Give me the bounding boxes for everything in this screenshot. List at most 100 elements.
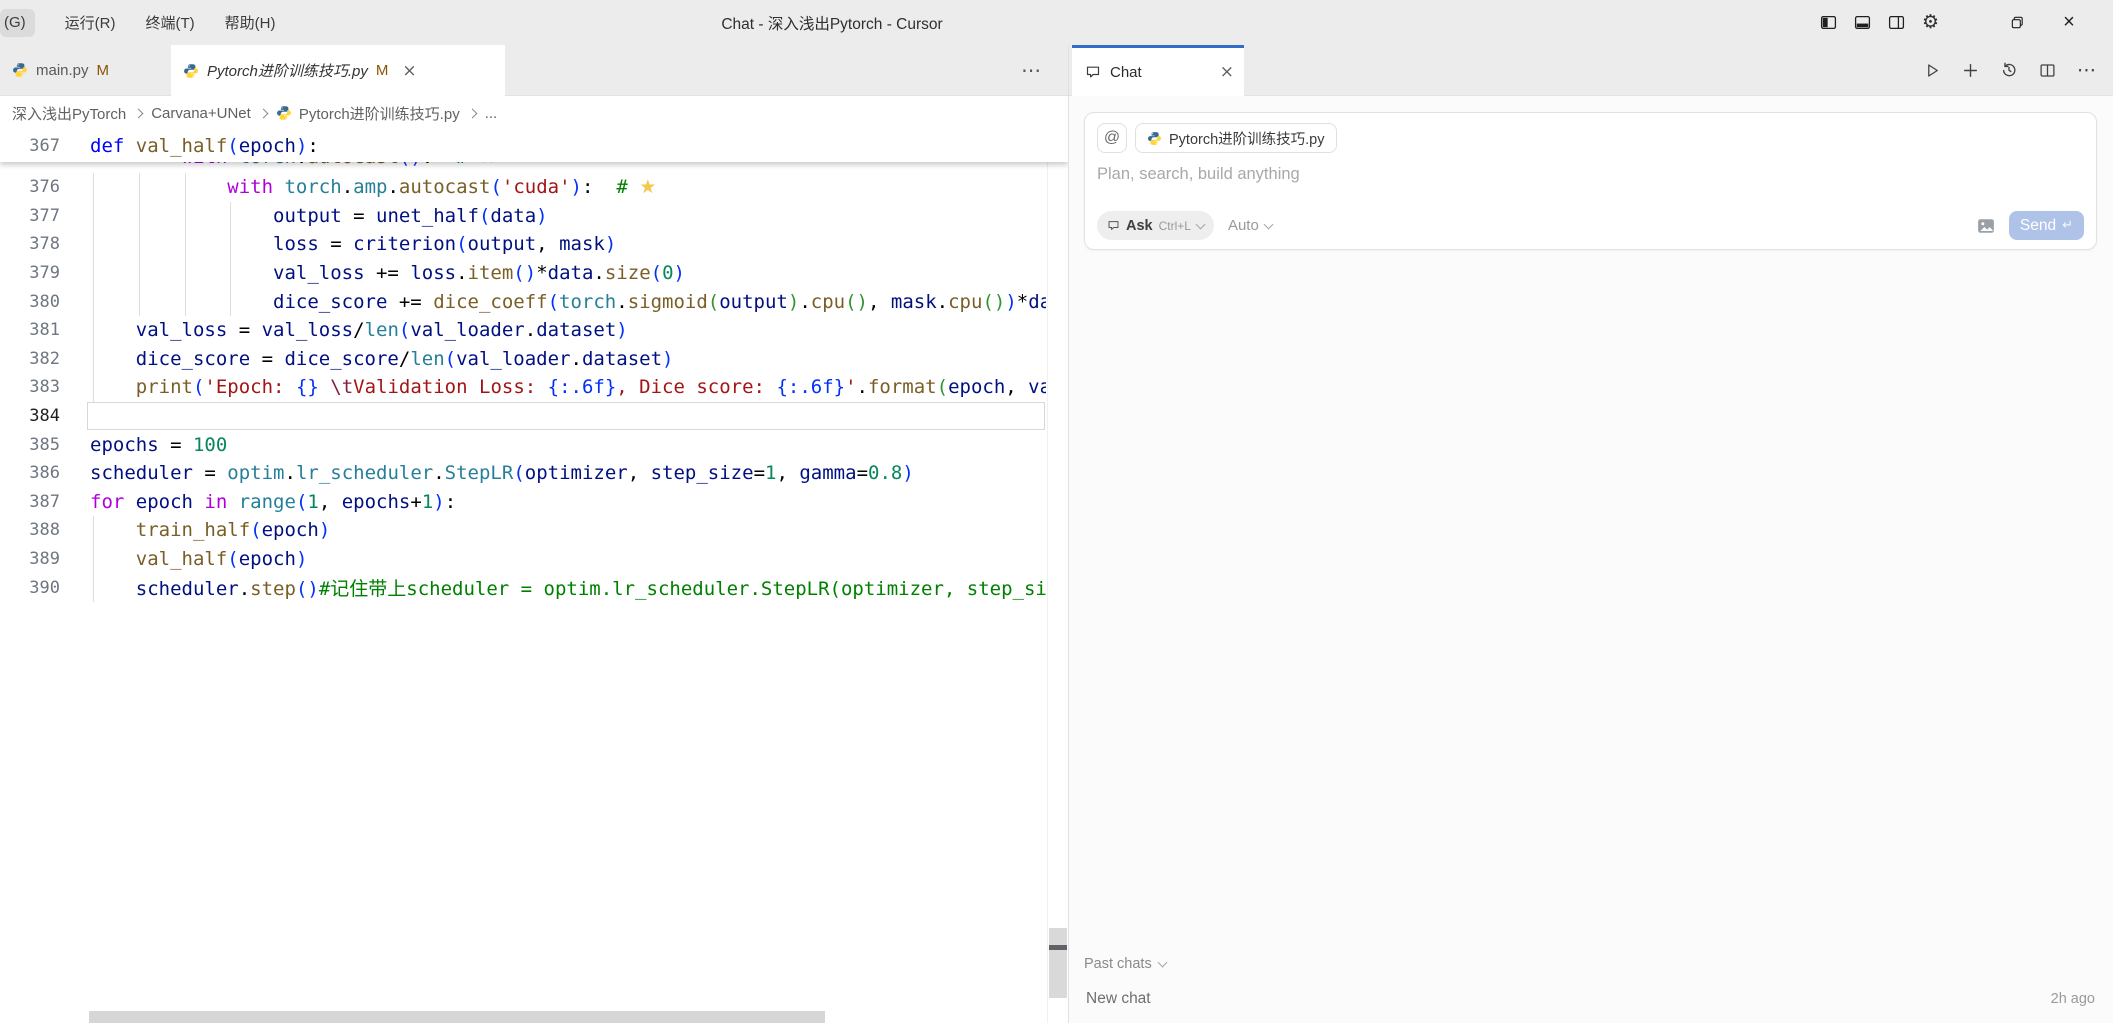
code-editor[interactable]: 367 def val_half(epoch): with torch.auto…	[0, 130, 1068, 1023]
code-text: scheduler = optim.lr_scheduler.StepLR(op…	[90, 462, 914, 485]
indent-guide	[184, 230, 186, 259]
code-line[interactable]: 376 with torch.amp.autocast('cuda'): # ★	[0, 173, 1046, 202]
chat-footer: Past chats New chat 2h ago	[1084, 956, 2097, 1010]
send-label: Send	[2019, 216, 2057, 234]
new-chat-plus-icon[interactable]	[1962, 62, 1979, 79]
chevron-down-icon	[1263, 219, 1274, 229]
more-actions-icon[interactable]: ⋯	[2077, 59, 2097, 82]
tab-label: Pytorch进阶训练技巧.py	[207, 63, 368, 80]
code-line[interactable]: 382 dice_score = dice_score/len(val_load…	[0, 344, 1046, 374]
line-number: 384	[29, 406, 60, 427]
indent-guide	[93, 344, 94, 374]
context-file-name: Pytorch进阶训练技巧.py	[1169, 131, 1325, 148]
modified-badge: M	[96, 61, 110, 79]
breadcrumb-file[interactable]: Pytorch进阶训练技巧.py	[299, 103, 460, 124]
attach-image-icon[interactable]	[1977, 218, 1995, 234]
chat-bubble-icon	[1085, 64, 1101, 80]
code-line[interactable]: 389 val_half(epoch)	[0, 544, 1046, 574]
code-line[interactable]: 390 scheduler.step()#记住带上scheduler = opt…	[0, 573, 1046, 602]
context-file-chip[interactable]: Pytorch进阶训练技巧.py	[1135, 123, 1337, 153]
breadcrumb-folder[interactable]: 深入浅出PyTorch	[12, 103, 126, 124]
past-chat-title: New chat	[1086, 990, 1151, 1007]
code-line[interactable]: 387 for epoch in range(1, epochs+1):	[0, 488, 1046, 517]
chat-input-placeholder[interactable]: Plan, search, build anything	[1097, 165, 2084, 184]
chevron-down-icon	[1195, 219, 1206, 229]
chat-tab-bar: Chat × ⋯	[1069, 45, 2113, 96]
indent-guide	[93, 315, 94, 345]
run-icon[interactable]	[1924, 62, 1941, 79]
vertical-scrollbar[interactable]	[1047, 130, 1068, 1023]
editor-region: main.py M Pytorch进阶训练技巧.py M × ⋯ 深入浅出PyT…	[0, 45, 1068, 1023]
indent-guide	[93, 544, 94, 574]
title-bar: (G) 运行(R) 终端(T) 帮助(H) Chat - 深入浅出Pytorch…	[0, 0, 2113, 45]
window-title: Chat - 深入浅出Pytorch - Cursor	[721, 15, 943, 33]
tab-label: main.py	[36, 61, 89, 79]
chat-panel: Chat × ⋯ @ Pytorch进阶训练技巧.py Plan, search…	[1068, 45, 2113, 1023]
line-number: 387	[29, 491, 60, 512]
overview-ruler-marker	[1049, 945, 1067, 950]
indent-guide	[138, 201, 140, 231]
chat-tab-close-icon[interactable]: ×	[1220, 62, 1234, 82]
chat-input-box[interactable]: @ Pytorch进阶训练技巧.py Plan, search, build a…	[1084, 112, 2097, 250]
code-line[interactable]: 380 dice_score += dice_coeff(torch.sigmo…	[0, 287, 1046, 316]
breadcrumb-symbol[interactable]: ...	[485, 105, 498, 122]
code-text: scheduler.step()#记住带上scheduler = optim.l…	[135, 578, 1046, 601]
past-chat-item[interactable]: New chat 2h ago	[1084, 988, 2097, 1010]
code-text: val_half(epoch)	[135, 548, 308, 571]
toggle-primary-sidebar-icon[interactable]	[1820, 14, 1837, 31]
editor-tab-bar: main.py M Pytorch进阶训练技巧.py M × ⋯	[0, 45, 1068, 96]
tab-main-py[interactable]: main.py M	[0, 45, 171, 95]
code-line[interactable]: 381 val_loss = val_loss/len(val_loader.d…	[0, 315, 1046, 345]
send-button[interactable]: Send ↵	[2008, 211, 2084, 240]
code-lines: 376 with torch.amp.autocast('cuda'): # ★…	[0, 173, 1068, 602]
indent-guide	[184, 201, 186, 231]
horizontal-scrollbar-thumb[interactable]	[89, 1011, 825, 1023]
mode-selector[interactable]: Ask Ctrl+L	[1097, 211, 1214, 240]
code-text: dice_score = dice_score/len(val_loader.d…	[135, 347, 674, 370]
tab-chat[interactable]: Chat ×	[1072, 45, 1244, 96]
indent-guide	[93, 230, 94, 259]
indent-guide	[93, 373, 94, 402]
tab-pytorch-file[interactable]: Pytorch进阶训练技巧.py M ×	[171, 45, 505, 96]
menu-goto[interactable]: (G)	[0, 8, 35, 37]
mode-shortcut: Ctrl+L	[1158, 218, 1191, 233]
code-line[interactable]: 384	[0, 401, 1046, 431]
line-number: 390	[29, 577, 60, 598]
line-number: 388	[29, 520, 60, 541]
toggle-secondary-sidebar-icon[interactable]	[1888, 14, 1905, 31]
toggle-panel-icon[interactable]	[1854, 14, 1871, 31]
breadcrumb-folder[interactable]: Carvana+UNet	[151, 105, 251, 122]
split-editor-icon[interactable]	[2039, 62, 2056, 79]
code-text: val_loss += loss.item()*data.size(0)	[273, 262, 685, 285]
settings-gear-icon[interactable]: ⚙	[1922, 13, 1939, 32]
history-icon[interactable]	[2000, 61, 2018, 79]
code-line[interactable]: 379 val_loss += loss.item()*data.size(0)	[0, 258, 1046, 288]
line-number: 380	[29, 291, 60, 312]
restore-button[interactable]	[1991, 15, 2043, 30]
menu-help[interactable]: 帮助(H)	[225, 12, 276, 33]
code-line[interactable]: 383 print('Epoch: {} \tValidation Loss: …	[0, 373, 1046, 402]
code-text: val_loss = val_loss/len(val_loader.datas…	[135, 319, 628, 342]
past-chats-label: Past chats	[1084, 956, 1152, 972]
chevron-right-icon	[467, 108, 478, 118]
editor-more-actions-icon[interactable]: ⋯	[1021, 45, 1042, 95]
indent-guide	[93, 173, 94, 202]
indent-guide	[138, 258, 140, 288]
sticky-scroll-line[interactable]: 367 def val_half(epoch):	[0, 130, 1068, 162]
add-context-button[interactable]: @	[1097, 123, 1127, 153]
code-line[interactable]: 385 epochs = 100	[0, 430, 1046, 459]
vertical-scrollbar-thumb[interactable]	[1049, 928, 1067, 998]
close-button[interactable]: ×	[2043, 11, 2095, 34]
past-chats-toggle[interactable]: Past chats	[1084, 956, 2097, 972]
tab-close-icon[interactable]: ×	[402, 61, 416, 81]
code-line[interactable]: 378 loss = criterion(output, mask)	[0, 230, 1046, 259]
code-text: loss = criterion(output, mask)	[273, 233, 617, 256]
model-selector[interactable]: Auto	[1228, 217, 1274, 234]
python-icon	[276, 105, 292, 121]
code-line[interactable]: 386 scheduler = optim.lr_scheduler.StepLR…	[0, 459, 1046, 488]
code-text: for epoch in range(1, epochs+1):	[90, 490, 457, 513]
code-line[interactable]: 388 train_half(epoch)	[0, 516, 1046, 545]
menu-terminal[interactable]: 终端(T)	[146, 12, 195, 33]
menu-run[interactable]: 运行(R)	[65, 12, 116, 33]
code-line[interactable]: 377 output = unet_half(data)	[0, 201, 1046, 231]
